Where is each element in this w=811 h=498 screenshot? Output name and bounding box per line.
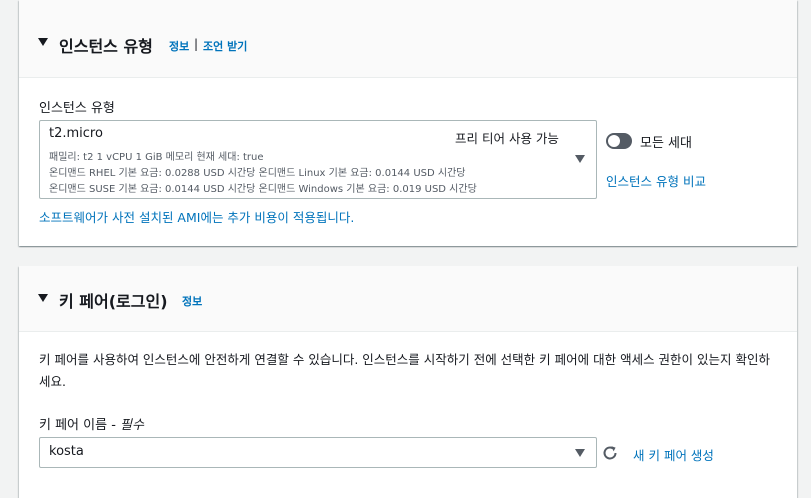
toggle-knob <box>608 135 620 147</box>
free-tier-tag: 프리 티어 사용 가능 <box>455 131 559 146</box>
key-pair-description: 키 페어를 사용하여 인스턴스에 안전하게 연결할 수 있습니다. 인스턴스를 … <box>39 352 770 389</box>
advice-link[interactable]: 조언 받기 <box>203 38 247 54</box>
instance-desc-line2: 온디맨드 RHEL 기본 요금: 0.0288 USD 시간당 온디맨드 Lin… <box>49 168 466 179</box>
header-separator: | <box>194 37 199 51</box>
key-pair-field-label: 키 페어 이름 - 필수 <box>39 414 144 433</box>
key-pair-selected-value: kosta <box>49 444 84 459</box>
compare-instance-types-link[interactable]: 인스턴스 유형 비교 <box>606 171 706 190</box>
instance-type-name: t2.micro <box>49 126 103 141</box>
instance-type-info-link[interactable]: 정보 <box>169 38 189 54</box>
caret-down-icon[interactable] <box>38 294 48 302</box>
key-pair-info-link[interactable]: 정보 <box>182 293 202 309</box>
all-generations-toggle[interactable] <box>606 133 632 149</box>
ami-cost-note-link[interactable]: 소프트웨어가 사전 설치된 AMI에는 추가 비용이 적용됩니다. <box>39 207 354 226</box>
refresh-icon[interactable] <box>601 444 619 462</box>
instance-type-select[interactable]: t2.micro 프리 티어 사용 가능 패밀리: t2 1 vCPU 1 Gi… <box>39 120 597 199</box>
required-marker: 필수 <box>120 418 144 433</box>
dropdown-arrow-icon <box>575 449 585 457</box>
key-pair-select[interactable]: kosta <box>39 437 597 468</box>
key-pair-label-text: 키 페어 이름 - <box>39 418 121 433</box>
all-generations-label: 모든 세대 <box>640 136 692 151</box>
create-key-pair-link[interactable]: 새 키 페어 생성 <box>633 445 714 464</box>
dropdown-arrow-icon <box>575 155 585 163</box>
instance-type-title: 인스턴스 유형 <box>59 37 153 56</box>
instance-desc-line1: 패밀리: t2 1 vCPU 1 GiB 메모리 현재 세대: true <box>49 152 264 163</box>
caret-down-icon[interactable] <box>38 38 48 46</box>
instance-type-field-label: 인스턴스 유형 <box>39 101 115 116</box>
key-pair-title: 키 페어(로그인) <box>59 292 168 311</box>
instance-desc-line3: 온디맨드 SUSE 기본 요금: 0.0144 USD 시간당 온디맨드 Win… <box>49 184 477 195</box>
